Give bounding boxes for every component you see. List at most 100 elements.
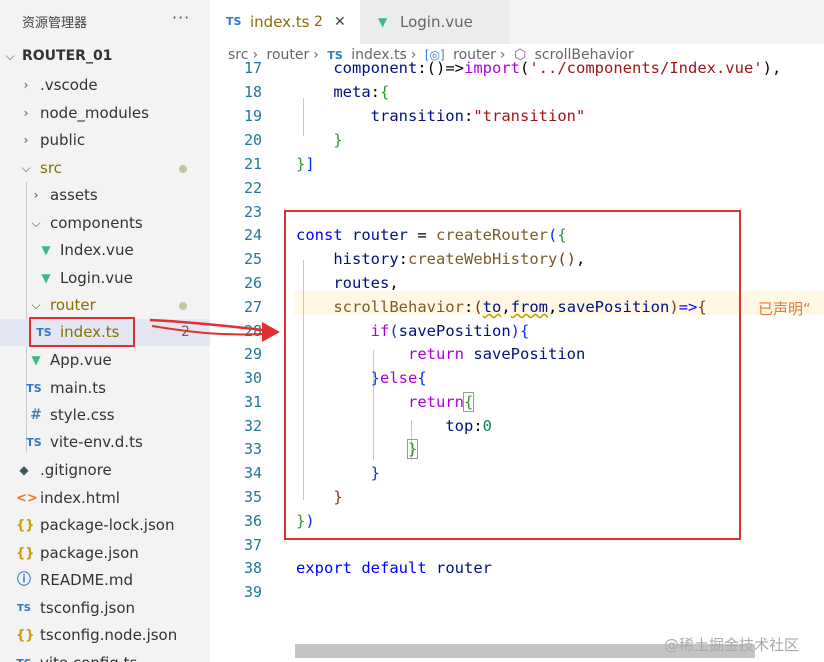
- tree-item-label: tsconfig.json: [40, 599, 136, 617]
- chevron-down-icon: ⌵: [5, 49, 15, 63]
- tab-label: index.ts: [250, 13, 310, 31]
- tree-item-label: package-lock.json: [40, 516, 175, 534]
- vue-file-icon: ▼: [41, 243, 51, 257]
- tree-item-label: README.md: [40, 571, 134, 589]
- tree-item-label: index.html: [40, 489, 120, 507]
- chevron-down-icon: ⌵: [31, 298, 41, 312]
- watermark: @稀土掘金技术社区: [664, 636, 800, 654]
- typescript-file-icon: TS: [26, 436, 42, 449]
- annotation-highlight-box: [284, 210, 741, 540]
- line-number: 38: [243, 559, 262, 577]
- code-line: }: [333, 131, 343, 149]
- code-line: export default router: [296, 559, 493, 577]
- chevron-right-icon: ›: [33, 188, 39, 202]
- line-number: 36: [243, 512, 262, 530]
- tree-item-label: assets: [50, 186, 98, 204]
- modified-dot-icon: [179, 165, 187, 173]
- line-number: 26: [243, 274, 262, 292]
- line-number: 29: [243, 345, 262, 363]
- tree-item-main-ts[interactable]: TS main.ts: [0, 375, 210, 402]
- code-line: component:()=>import('../components/Inde…: [333, 60, 782, 77]
- tab-index-ts[interactable]: TS index.ts 2 ✕: [210, 0, 360, 44]
- line-number: 19: [243, 107, 262, 125]
- tree-item-src[interactable]: ⌵ src: [0, 155, 210, 182]
- html-file-icon: <>: [16, 491, 38, 506]
- line-number: 24: [243, 226, 262, 244]
- tree-item-vite-env[interactable]: TS vite-env.d.ts: [0, 429, 210, 456]
- vue-file-icon: ▼: [41, 271, 51, 285]
- tree-item-vite-config[interactable]: TS vite.config.ts: [0, 650, 210, 662]
- tree-item-label: style.css: [50, 406, 115, 424]
- typescript-file-icon: TS: [26, 382, 42, 395]
- line-number: 17: [243, 60, 262, 77]
- json-file-icon: {}: [16, 518, 35, 533]
- tab-problem-badge: 2: [314, 14, 323, 30]
- explorer-sidebar: 资源管理器 ··· ⌵ ROUTER_01 › .vscode › node_m…: [0, 0, 210, 662]
- info-file-icon: ⓘ: [17, 572, 31, 588]
- annotation-highlight-box: [29, 317, 135, 347]
- tree-item-tsconfig[interactable]: TS tsconfig.json: [0, 595, 210, 622]
- tree-item-package-lock[interactable]: {} package-lock.json: [0, 512, 210, 539]
- line-number: 21: [243, 155, 262, 173]
- line-number: 33: [243, 440, 262, 458]
- tree-item-label: node_modules: [40, 104, 149, 122]
- chevron-right-icon: ›: [23, 133, 29, 147]
- line-number: 32: [243, 417, 262, 435]
- tree-item-public[interactable]: › public: [0, 127, 210, 154]
- tree-item-package-json[interactable]: {} package.json: [0, 540, 210, 567]
- typescript-file-icon: TS: [16, 650, 32, 662]
- line-number: 23: [243, 203, 262, 221]
- tree-item-label: App.vue: [50, 351, 112, 369]
- tree-item-label: src: [40, 159, 62, 177]
- close-icon[interactable]: ✕: [334, 0, 346, 44]
- tree-item-label: Index.vue: [60, 241, 134, 259]
- vue-file-icon: ▼: [31, 353, 41, 367]
- line-number: 18: [243, 83, 262, 101]
- chevron-right-icon: ›: [23, 106, 29, 120]
- line-number: 35: [243, 488, 262, 506]
- tree-item-readme[interactable]: ⓘ README.md: [0, 567, 210, 594]
- tree-item-components[interactable]: ⌵ components: [0, 210, 210, 237]
- line-number: 20: [243, 131, 262, 149]
- workspace-root[interactable]: ⌵ ROUTER_01: [0, 43, 210, 70]
- tree-item-assets[interactable]: › assets: [0, 182, 210, 209]
- tree-item-label: router: [50, 296, 96, 314]
- more-actions-icon[interactable]: ···: [172, 8, 190, 27]
- tree-item-index-vue[interactable]: ▼ Index.vue: [0, 237, 210, 264]
- inlay-hint: 已声明“: [758, 300, 811, 318]
- code-line: }]: [296, 155, 315, 173]
- explorer-title: 资源管理器: [22, 16, 88, 31]
- git-file-icon: ◆: [19, 463, 29, 477]
- tree-item-node-modules[interactable]: › node_modules: [0, 100, 210, 127]
- workspace-root-label: ROUTER_01: [22, 48, 113, 64]
- tree-item-gitignore[interactable]: ◆ .gitignore: [0, 457, 210, 484]
- line-number: 34: [243, 464, 262, 482]
- chevron-down-icon: ⌵: [31, 216, 41, 230]
- tree-item-label: components: [50, 214, 143, 232]
- tree-item-login-vue[interactable]: ▼ Login.vue: [0, 265, 210, 292]
- tree-item-tsconfig-node[interactable]: {} tsconfig.node.json: [0, 622, 210, 649]
- tree-item-app-vue[interactable]: ▼ App.vue: [0, 347, 210, 374]
- tree-item-label: vite-env.d.ts: [50, 433, 143, 451]
- line-number: 39: [243, 583, 262, 601]
- line-number: 28: [243, 322, 262, 340]
- tree-item-vscode[interactable]: › .vscode: [0, 72, 210, 99]
- line-number: 25: [243, 250, 262, 268]
- line-number: 22: [243, 179, 262, 197]
- modified-dot-icon: [179, 302, 187, 310]
- typescript-file-icon: TS: [226, 15, 242, 28]
- tree-item-style-css[interactable]: # style.css: [0, 402, 210, 429]
- tree-item-label: package.json: [40, 544, 139, 562]
- code-line: transition:"transition": [370, 107, 586, 125]
- line-number: 30: [243, 369, 262, 387]
- vue-file-icon: ▼: [378, 15, 388, 29]
- tree-item-label: Login.vue: [60, 269, 133, 287]
- css-file-icon: #: [30, 407, 42, 423]
- tab-login-vue[interactable]: ▼ Login.vue: [360, 0, 510, 44]
- tree-item-router[interactable]: ⌵ router: [0, 292, 210, 319]
- tree-item-index-html[interactable]: <> index.html: [0, 485, 210, 512]
- line-number: 27: [243, 298, 262, 316]
- tree-item-label: public: [40, 131, 86, 149]
- tab-label: Login.vue: [400, 13, 473, 31]
- problem-count-badge: 2: [181, 324, 190, 340]
